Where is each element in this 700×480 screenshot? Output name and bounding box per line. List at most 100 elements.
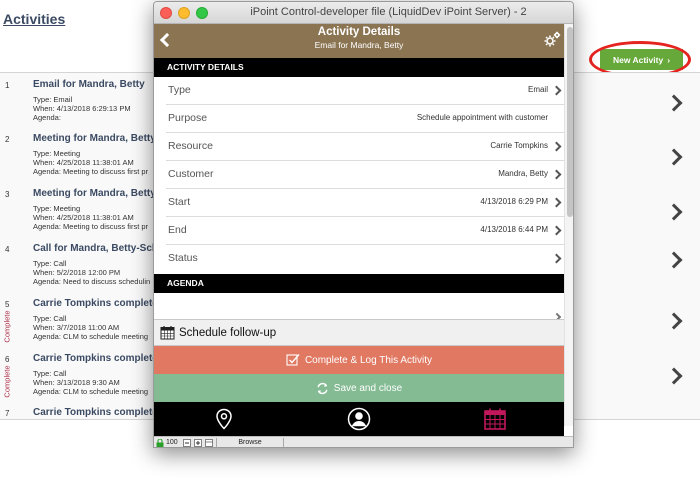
save-and-close-label: Save and close [333, 382, 403, 394]
detail-row-status[interactable]: Status [154, 245, 564, 273]
schedule-followup-label: Schedule follow-up [179, 326, 277, 339]
activity-agenda: Agenda: Meeting to discuss first pr [33, 222, 149, 231]
row-number: 4 [5, 245, 10, 254]
location-pin-icon[interactable] [212, 407, 236, 431]
activity-type: Type: Meeting [33, 149, 81, 158]
activity-name: Carrie Tompkins completed [33, 407, 164, 418]
chevron-right-icon [551, 141, 562, 152]
activity-name: Call for Mandra, Betty-Sche [33, 243, 164, 254]
chevron-right-icon[interactable] [665, 148, 683, 166]
close-window-button[interactable] [160, 7, 172, 19]
complete-and-log-label: Complete & Log This Activity [304, 354, 433, 366]
agenda-field[interactable] [154, 294, 564, 322]
agenda-section-header: AGENDA [154, 274, 564, 293]
detail-label: End [168, 224, 187, 236]
detail-label: Purpose [168, 112, 208, 124]
chevron-right-icon: › [667, 54, 671, 65]
complete-label: Complete [2, 310, 12, 343]
detail-row-type[interactable]: Type Email [154, 77, 564, 105]
complete-and-log-button[interactable]: Complete & Log This Activity [154, 346, 564, 374]
mode-indicator[interactable]: Browse [216, 438, 284, 447]
chevron-right-icon[interactable] [665, 94, 683, 112]
activity-agenda: Agenda: [33, 113, 61, 122]
activity-agenda: Agenda: CLM to schedule meeting [33, 332, 149, 341]
calendar-icon[interactable] [483, 407, 507, 431]
activity-when: When: 3/13/2018 9:30 AM [33, 378, 120, 387]
activity-type: Type: Call [33, 259, 67, 268]
maximize-window-button[interactable] [196, 7, 208, 19]
refresh-icon [317, 382, 328, 394]
detail-label: Status [168, 252, 198, 264]
activity-agenda: Agenda: CLM to schedule meeting [33, 387, 149, 396]
activity-agenda: Agenda: Need to discuss schedulin [33, 277, 151, 286]
detail-label: Resource [168, 140, 213, 152]
complete-label: Complete [2, 365, 12, 398]
activity-when: When: 3/7/2018 11:00 AM [33, 323, 120, 332]
detail-value: Carrie Tompkins [490, 141, 548, 150]
detail-value: 4/13/2018 6:29 PM [480, 197, 548, 206]
scrollbar-thumb[interactable] [567, 27, 573, 217]
new-activity-button[interactable]: New Activity › [600, 49, 683, 70]
zoom-out-icon[interactable] [183, 439, 191, 447]
new-activity-label: New Activity [612, 54, 664, 65]
row-number: 1 [5, 81, 10, 90]
activity-name: Carrie Tompkins completed [33, 298, 164, 309]
row-number: 5 [5, 300, 10, 309]
activity-type: Type: Email [33, 95, 73, 104]
chevron-right-icon [551, 253, 562, 264]
minimize-window-button[interactable] [178, 7, 190, 19]
chevron-right-icon [551, 225, 562, 236]
row-number: 6 [5, 355, 10, 364]
status-bar: 100 Browse [154, 436, 573, 447]
activity-name: Carrie Tompkins completed [33, 353, 164, 364]
activity-when: When: 4/25/2018 11:38:01 AM [33, 213, 134, 222]
chevron-right-icon[interactable] [665, 312, 683, 330]
detail-row-start[interactable]: Start 4/13/2018 6:29 PM [154, 189, 564, 217]
activity-type: Type: Meeting [33, 204, 81, 213]
zoom-in-icon[interactable] [194, 439, 202, 447]
schedule-followup-button[interactable]: Schedule follow-up [154, 319, 564, 346]
detail-row-purpose[interactable]: Purpose Schedule appointment with custom… [154, 105, 564, 133]
calendar-icon [160, 326, 175, 340]
chevron-right-icon [551, 85, 562, 96]
page-title[interactable]: Activities [3, 11, 65, 27]
activity-type: Type: Call [33, 369, 67, 378]
chevron-right-icon [551, 197, 562, 208]
row-number: 2 [5, 135, 10, 144]
header-subtitle: Email for Mandra, Betty [314, 40, 404, 50]
activity-when: When: 4/25/2018 11:38:01 AM [33, 158, 134, 167]
detail-row-customer[interactable]: Customer Mandra, Betty [154, 161, 564, 189]
activity-details-section-header: ACTIVITY DETAILS [154, 58, 564, 77]
bottom-tab-bar [154, 402, 564, 436]
detail-label: Start [168, 196, 191, 208]
activity-type: Type: Call [33, 314, 67, 323]
chevron-right-icon[interactable] [665, 203, 683, 221]
row-number: 3 [5, 190, 10, 199]
person-icon[interactable] [347, 407, 371, 431]
window-titlebar[interactable]: iPoint Control-developer file (LiquidDev… [154, 2, 573, 24]
detail-value: 4/13/2018 6:44 PM [480, 225, 548, 234]
activity-agenda: Agenda: Meeting to discuss first pr [33, 167, 149, 176]
activity-name: Email for Mandra, Betty [33, 79, 145, 90]
detail-value: Email [527, 85, 548, 94]
chevron-right-icon[interactable] [665, 367, 683, 385]
gear-icon[interactable] [542, 30, 562, 50]
chevron-right-icon[interactable] [665, 251, 683, 269]
activity-when: When: 4/13/2018 6:29:13 PM [33, 104, 131, 113]
checkbox-icon [286, 354, 300, 366]
detail-row-end[interactable]: End 4/13/2018 6:44 PM [154, 217, 564, 245]
header-title: Activity Details [317, 26, 401, 38]
activity-details-window: iPoint Control-developer file (LiquidDev… [153, 1, 574, 448]
lock-icon[interactable] [156, 439, 164, 447]
detail-label: Customer [168, 168, 214, 180]
save-and-close-button[interactable]: Save and close [154, 374, 564, 402]
detail-row-resource[interactable]: Resource Carrie Tompkins [154, 133, 564, 161]
toolbar-toggle-icon[interactable] [205, 439, 213, 447]
activity-name: Meeting for Mandra, Betty [33, 188, 156, 199]
activity-when: When: 5/2/2018 12:00 PM [33, 268, 121, 277]
activity-name: Meeting for Mandra, Betty [33, 133, 156, 144]
detail-value: Schedule appointment with customer [416, 113, 548, 122]
zoom-level[interactable]: 100 [166, 438, 178, 447]
chevron-right-icon [551, 169, 562, 180]
details-header: Activity Details Email for Mandra, Betty [154, 24, 564, 58]
